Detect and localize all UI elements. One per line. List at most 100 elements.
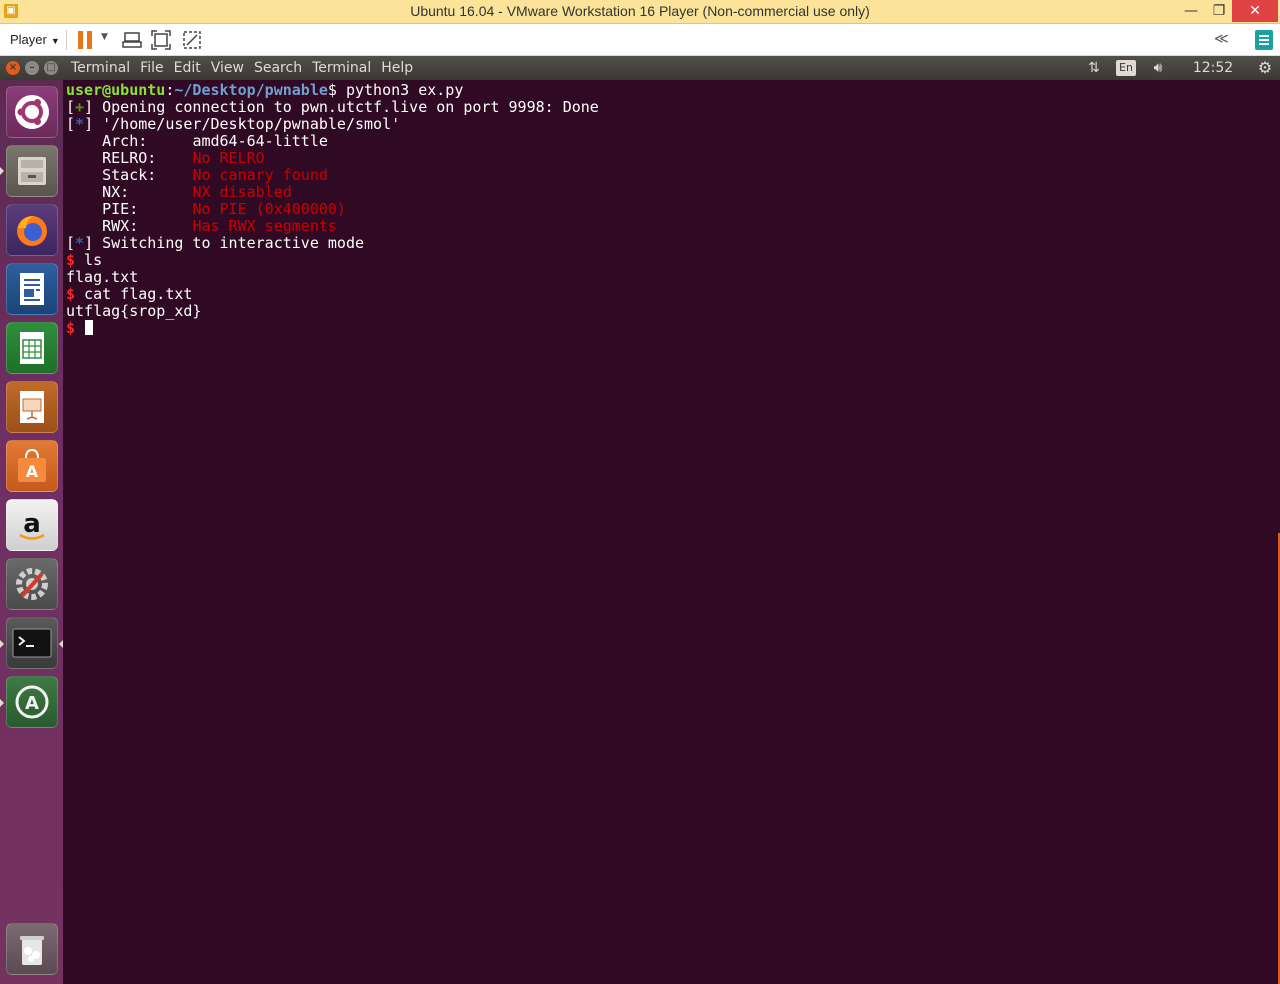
svg-text:a: a <box>23 509 41 539</box>
settings-gear-wrench-icon <box>16 568 48 600</box>
menu-file[interactable]: File <box>135 56 168 80</box>
checksec-label: PIE: <box>66 200 193 218</box>
toolbar-divider <box>66 30 67 50</box>
window-title: Ubuntu 16.04 - VMware Workstation 16 Pla… <box>410 3 870 19</box>
checksec-line: RELRO: No RELRO <box>66 150 599 167</box>
player-menu-label: Player <box>10 32 47 47</box>
checksec-value: NX disabled <box>192 183 292 201</box>
player-menu-button[interactable]: Player ▼ <box>6 30 64 50</box>
launcher-libreoffice-impress[interactable] <box>6 381 58 433</box>
status-tag-star: * <box>75 234 85 252</box>
svg-text:A: A <box>26 462 39 481</box>
launcher-ubuntu-dash[interactable] <box>6 86 58 138</box>
send-ctrl-alt-del-icon[interactable] <box>122 30 142 50</box>
svg-text:A: A <box>25 693 39 714</box>
output-text: '/home/user/Desktop/pwnable/smol' <box>93 115 401 133</box>
terminal-output: user@ubuntu:~/Desktop/pwnable$ python3 e… <box>66 82 599 337</box>
sound-icon[interactable]: 🔊︎ <box>1146 56 1170 80</box>
output-text: Switching to interactive mode <box>93 234 365 252</box>
checksec-label: Arch: <box>66 132 193 150</box>
shell-command-line: $ ls <box>66 252 599 269</box>
pause-icon[interactable] <box>78 31 94 49</box>
terminal-close-button[interactable]: × <box>6 61 20 75</box>
checksec-line: PIE: No PIE (0x400000) <box>66 201 599 218</box>
checksec-line: NX: NX disabled <box>66 184 599 201</box>
active-window-indicator <box>59 640 63 648</box>
maximize-button[interactable]: ❐ <box>1204 0 1234 22</box>
software-bag-icon: A <box>18 448 46 482</box>
ubuntu-logo-icon <box>15 95 49 129</box>
software-updater-icon: A <box>15 685 49 719</box>
terminal-maximize-button[interactable]: □ <box>44 61 58 75</box>
menu-app-terminal[interactable]: Terminal <box>66 56 135 80</box>
fullscreen-icon[interactable] <box>151 30 171 50</box>
command-text: ls <box>75 251 103 269</box>
unity-launcher: A a A <box>0 80 64 984</box>
close-button[interactable]: ✕ <box>1232 0 1278 22</box>
collapse-toolbar-icon[interactable]: ≪ <box>1214 31 1229 47</box>
menu-search[interactable]: Search <box>249 56 307 80</box>
shell-command-line: $ cat flag.txt <box>66 286 599 303</box>
network-icon[interactable]: ⇅ <box>1084 56 1104 80</box>
checksec-line: Arch: amd64-64-little <box>66 133 599 150</box>
message-log-icon[interactable] <box>1255 30 1273 50</box>
text-cursor <box>85 320 94 335</box>
launcher-firefox[interactable] <box>6 204 58 256</box>
checksec-label: NX: <box>66 183 193 201</box>
checksec-label: RWX: <box>66 217 193 235</box>
menu-help[interactable]: Help <box>376 56 418 80</box>
checksec-value: No PIE (0x400000) <box>192 200 346 218</box>
unity-mode-icon[interactable] <box>182 30 202 50</box>
trash-icon <box>20 936 44 965</box>
flag-output-line: utflag{srop_xd} <box>66 302 202 320</box>
active-prompt-line[interactable]: $ <box>66 320 599 337</box>
clock[interactable]: 12:52 AM <box>1180 56 1246 100</box>
running-indicator <box>0 167 4 175</box>
launcher-ubuntu-software[interactable]: A <box>6 440 58 492</box>
launcher-libreoffice-writer[interactable] <box>6 263 58 315</box>
terminal-minimize-button[interactable]: – <box>25 61 39 75</box>
impress-presentation-icon <box>20 391 44 423</box>
launcher-system-settings[interactable] <box>6 558 58 610</box>
checksec-value: amd64-64-little <box>192 132 328 150</box>
session-gear-icon[interactable]: ⚙ <box>1254 56 1276 80</box>
output-line: [*] '/home/user/Desktop/pwnable/smol' <box>66 115 401 133</box>
output-line: flag.txt <box>66 268 139 286</box>
command-text: cat flag.txt <box>75 285 193 303</box>
minimize-button[interactable]: — <box>1176 0 1206 22</box>
writer-document-icon <box>20 273 44 305</box>
menu-edit[interactable]: Edit <box>169 56 206 80</box>
prompt-user: user@ubuntu <box>66 81 166 99</box>
vmware-titlebar: ▣ Ubuntu 16.04 - VMware Workstation 16 P… <box>0 0 1280 24</box>
pause-dropdown-icon[interactable]: ▼ <box>101 32 108 42</box>
launcher-libreoffice-calc[interactable] <box>6 322 58 374</box>
launcher-files[interactable] <box>6 145 58 197</box>
menu-view[interactable]: View <box>206 56 249 80</box>
menubar: Terminal File Edit View Search Terminal Help <box>66 56 418 80</box>
checksec-value: No canary found <box>192 166 328 184</box>
chevron-down-icon: ▼ <box>50 36 60 46</box>
terminal-window[interactable]: user@ubuntu:~/Desktop/pwnable$ python3 e… <box>65 80 1280 984</box>
launcher-software-updater[interactable]: A <box>6 676 58 728</box>
menu-terminal[interactable]: Terminal <box>307 56 376 80</box>
checksec-line: RWX: Has RWX segments <box>66 218 599 235</box>
launcher-terminal[interactable] <box>6 617 58 669</box>
output-line: [+] Opening connection to pwn.utctf.live… <box>66 98 599 116</box>
launcher-trash[interactable] <box>6 923 58 975</box>
status-tag-plus: + <box>75 98 85 116</box>
shell-prompt: $ <box>66 285 76 303</box>
checksec-line: Stack: No canary found <box>66 167 599 184</box>
checksec-value: No RELRO <box>192 149 265 167</box>
output-text: Opening connection to pwn.utctf.live on … <box>93 98 599 116</box>
firefox-icon <box>17 216 47 246</box>
status-tag-star: * <box>75 115 85 133</box>
launcher-amazon[interactable]: a <box>6 499 58 551</box>
keyboard-layout-indicator[interactable]: En <box>1116 60 1136 76</box>
prompt-path: ~/Desktop/pwnable <box>174 81 328 99</box>
command-text: python3 ex.py <box>345 81 464 99</box>
file-cabinet-icon <box>18 157 46 185</box>
running-indicator <box>0 640 4 648</box>
prompt-line: user@ubuntu:~/Desktop/pwnable$ python3 e… <box>66 82 599 99</box>
checksec-label: RELRO: <box>66 149 193 167</box>
vmware-toolbar: Player ▼ ▼ ≪ <box>0 24 1280 56</box>
